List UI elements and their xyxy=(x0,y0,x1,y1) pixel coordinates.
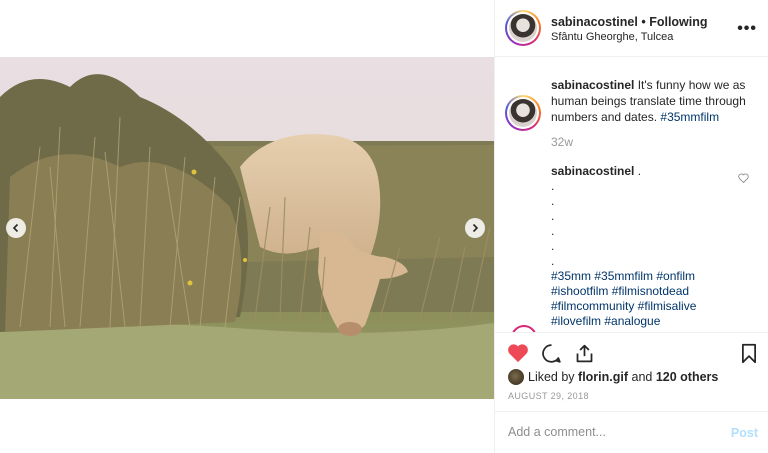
comment-dot: . xyxy=(551,179,555,193)
next-photo-button[interactable] xyxy=(465,218,485,238)
following-button[interactable]: Following xyxy=(649,15,707,29)
comment-dot: . xyxy=(551,239,555,253)
header-username[interactable]: sabinacostinel xyxy=(551,15,638,29)
caption-avatar[interactable] xyxy=(505,95,541,131)
heart-filled-icon[interactable] xyxy=(507,343,529,366)
likes-summary: Liked by florin.gif and 120 others xyxy=(528,370,718,384)
header-user-line: sabinacostinel • Following xyxy=(551,15,708,29)
next-comment-avatar[interactable] xyxy=(511,325,537,332)
comment-composer: Post xyxy=(495,411,768,453)
location-link[interactable]: Sfântu Gheorghe, Tulcea xyxy=(551,31,673,43)
post-photo[interactable] xyxy=(0,57,494,399)
header-separator: • xyxy=(641,15,646,29)
comment: sabinacostinel . . . . . . . #35mm #35mm… xyxy=(551,164,741,329)
caption-username[interactable]: sabinacostinel xyxy=(551,78,634,92)
likes-others[interactable]: 120 others xyxy=(656,370,719,384)
more-options-icon[interactable]: ••• xyxy=(737,20,757,38)
comments-list: sabinacostinel It's funny how we as huma… xyxy=(495,57,768,332)
post-comment-button[interactable]: Post xyxy=(731,426,758,440)
comment-input[interactable] xyxy=(508,425,708,439)
post-sidebar: sabinacostinel • Following Sfântu Gheorg… xyxy=(494,0,768,453)
liker-username[interactable]: florin.gif xyxy=(578,370,628,384)
likes-prefix: Liked by xyxy=(528,370,579,384)
comment-dot: . xyxy=(551,254,555,268)
comment-first-line: . xyxy=(634,164,642,178)
post-actions: Liked by florin.gif and 120 others AUGUS… xyxy=(495,332,768,412)
chevron-left-icon xyxy=(12,223,19,233)
post-header: sabinacostinel • Following Sfântu Gheorg… xyxy=(495,0,768,57)
comment-dot: . xyxy=(551,194,555,208)
comment-dot: . xyxy=(551,224,555,238)
post-media xyxy=(0,0,494,453)
chevron-right-icon xyxy=(472,223,479,233)
caption: sabinacostinel It's funny how we as huma… xyxy=(551,77,757,125)
bookmark-icon[interactable] xyxy=(740,343,758,367)
post-date[interactable]: AUGUST 29, 2018 xyxy=(508,391,589,401)
photo-cow-grazing-grass xyxy=(0,57,494,399)
heart-outline-icon[interactable] xyxy=(738,172,749,186)
avatar[interactable] xyxy=(505,10,541,46)
comment-icon[interactable] xyxy=(541,343,562,367)
likes-middle: and xyxy=(628,370,656,384)
caption-age: 32w xyxy=(551,135,574,149)
previous-photo-button[interactable] xyxy=(6,218,26,238)
share-icon[interactable] xyxy=(574,343,595,367)
comment-dot: . xyxy=(551,209,555,223)
liker-avatar[interactable] xyxy=(508,369,524,385)
comment-username[interactable]: sabinacostinel xyxy=(551,164,634,178)
caption-hashtag[interactable]: #35mmfilm xyxy=(660,110,719,124)
comment-hashtags[interactable]: #35mm #35mmfilm #onfilm #ishootfilm #fil… xyxy=(551,269,741,329)
